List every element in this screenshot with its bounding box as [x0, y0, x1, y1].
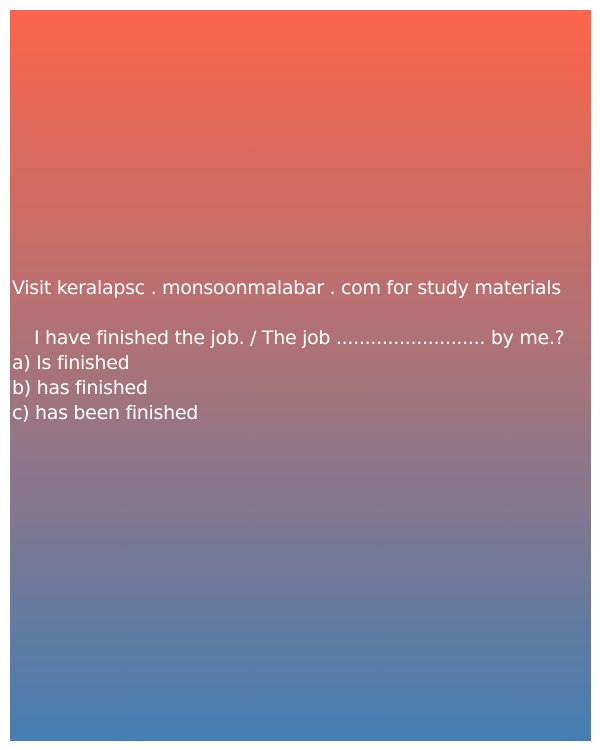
card-text: Visit keralapsc . monsoonmalabar . com f…: [12, 276, 590, 426]
gradient-card: Visit keralapsc . monsoonmalabar . com f…: [10, 10, 591, 741]
question-prompt: I have finished the job. / The job .....…: [34, 327, 565, 349]
option-c: c) has been finished: [12, 402, 199, 424]
option-a: a) Is finished: [12, 352, 130, 374]
promo-text: Visit keralapsc . monsoonmalabar . com f…: [12, 277, 561, 299]
option-b: b) has finished: [12, 377, 148, 399]
